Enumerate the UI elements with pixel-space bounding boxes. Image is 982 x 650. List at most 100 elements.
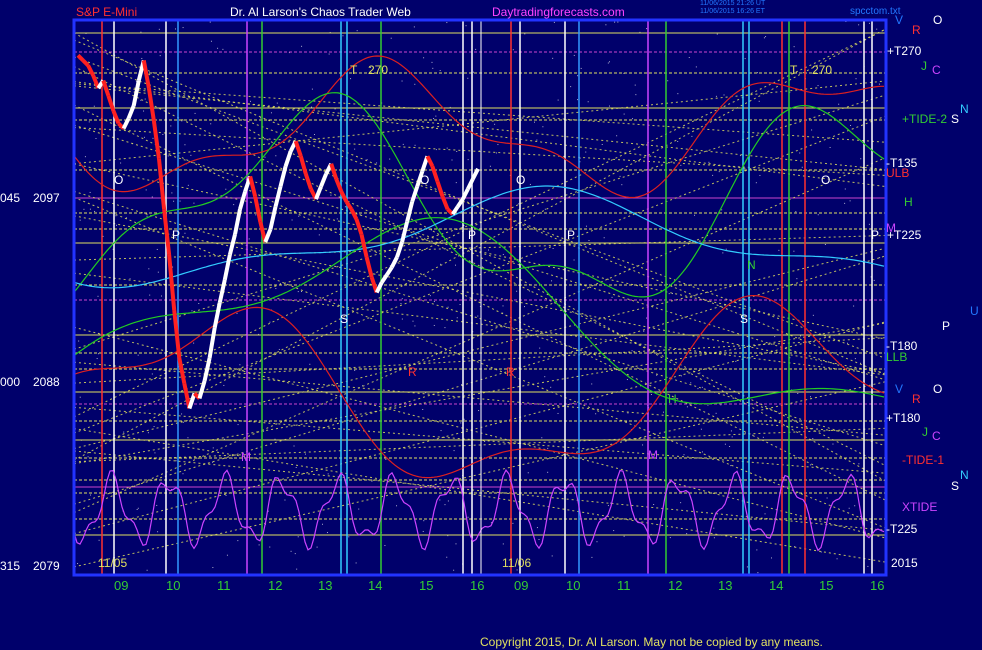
star-dot xyxy=(713,537,715,539)
star-dot xyxy=(94,210,96,212)
star-dot xyxy=(547,447,549,449)
star-dot xyxy=(623,535,625,537)
star-dot xyxy=(330,194,332,196)
star-dot xyxy=(847,342,849,344)
star-dot xyxy=(313,134,315,136)
star-dot xyxy=(212,567,214,569)
star-dot xyxy=(552,57,554,59)
right-legend-label: J xyxy=(922,425,928,439)
star-dot xyxy=(175,460,177,462)
chaos-trader-chart xyxy=(72,18,888,577)
star-dot xyxy=(463,418,465,420)
plot-annotation: O xyxy=(420,173,430,187)
star-dot xyxy=(868,223,870,225)
star-dot xyxy=(821,363,823,365)
right-legend-label: U xyxy=(970,304,979,318)
star-dot xyxy=(433,301,435,303)
star-dot xyxy=(390,37,392,39)
star-dot xyxy=(350,78,352,80)
star-dot xyxy=(311,106,313,108)
star-dot xyxy=(290,550,292,552)
star-dot xyxy=(849,200,851,202)
y-tick-left-2: 315 xyxy=(0,559,21,573)
plot-annotation: O xyxy=(821,173,831,187)
star-dot xyxy=(446,556,448,558)
star-dot xyxy=(824,243,826,245)
right-legend-label: XTIDE xyxy=(902,500,938,514)
site-link[interactable]: Daytradingforecasts.com xyxy=(492,6,625,19)
date-label-1: 11/05 xyxy=(98,556,128,570)
right-legend-label: +T225 xyxy=(887,228,922,242)
star-dot xyxy=(642,444,644,446)
star-dot xyxy=(715,412,717,414)
plot-annotation: R xyxy=(506,365,515,379)
star-dot xyxy=(156,504,158,506)
star-dot xyxy=(151,373,153,375)
star-dot xyxy=(148,268,150,270)
star-dot xyxy=(439,263,441,265)
star-dot xyxy=(810,396,812,398)
star-dot xyxy=(146,215,148,217)
star-dot xyxy=(690,382,692,384)
star-dot xyxy=(844,202,846,204)
right-legend-label: -TIDE-1 xyxy=(902,453,944,467)
year-label: 2015 xyxy=(891,556,918,570)
star-dot xyxy=(547,471,549,473)
star-dot xyxy=(812,438,814,440)
star-dot xyxy=(669,537,671,539)
star-dot xyxy=(210,123,212,125)
star-dot xyxy=(724,443,726,445)
star-dot xyxy=(557,99,559,101)
star-dot xyxy=(439,70,441,72)
star-dot xyxy=(143,136,145,138)
star-dot xyxy=(512,522,514,524)
star-dot xyxy=(432,67,434,69)
right-legend-label: -T225 xyxy=(886,522,918,536)
star-dot xyxy=(477,315,479,317)
star-dot xyxy=(237,424,239,426)
star-dot xyxy=(120,162,122,164)
star-dot xyxy=(619,175,621,177)
right-legend-label: J xyxy=(921,59,927,73)
star-dot xyxy=(396,505,398,507)
star-dot xyxy=(259,117,261,119)
star-dot xyxy=(354,410,356,412)
star-dot xyxy=(182,421,184,423)
star-dot xyxy=(269,546,271,548)
star-dot xyxy=(758,100,760,102)
star-dot xyxy=(650,394,652,396)
star-dot xyxy=(146,569,148,571)
file-label: spcctom.txt xyxy=(850,6,901,17)
star-dot xyxy=(865,118,867,120)
star-dot xyxy=(797,392,799,394)
star-dot xyxy=(811,129,813,131)
star-dot xyxy=(429,295,431,297)
star-dot xyxy=(414,83,416,85)
star-dot xyxy=(115,215,117,217)
right-legend-label: H xyxy=(904,195,913,209)
star-dot xyxy=(294,553,296,555)
star-dot xyxy=(358,508,360,510)
star-dot xyxy=(170,125,172,127)
star-dot xyxy=(707,404,709,406)
star-dot xyxy=(729,445,731,447)
star-dot xyxy=(402,143,404,145)
star-dot xyxy=(298,215,300,217)
star-dot xyxy=(860,158,862,160)
star-dot xyxy=(793,46,795,48)
star-dot xyxy=(536,139,538,141)
star-dot xyxy=(722,252,724,254)
star-dot xyxy=(136,508,138,510)
plot-annotation: H xyxy=(668,392,677,406)
star-dot xyxy=(817,85,819,87)
star-dot xyxy=(538,538,540,540)
star-dot xyxy=(355,562,357,564)
star-dot xyxy=(541,437,543,439)
star-dot xyxy=(193,202,195,204)
star-dot xyxy=(385,458,387,460)
star-dot xyxy=(713,527,715,529)
star-dot xyxy=(858,24,860,26)
date-label-2: 11/06 xyxy=(502,556,532,570)
star-dot xyxy=(755,182,757,184)
star-dot xyxy=(536,527,538,529)
